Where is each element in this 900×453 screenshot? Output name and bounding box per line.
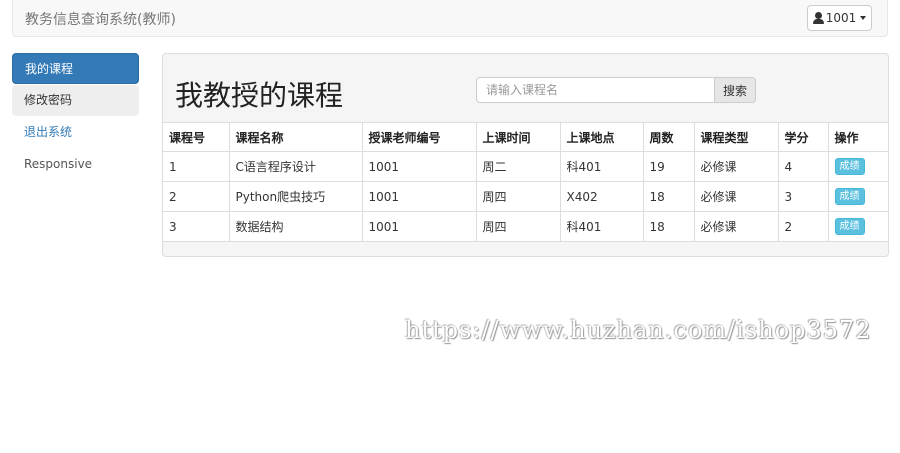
- cell-credit: 4: [777, 151, 829, 182]
- grade-button[interactable]: 成绩: [834, 218, 865, 235]
- courses-table: 课程号 课程名称 授课老师编号 上课时间 上课地点 周数 课程类型 学分 操作 …: [163, 122, 888, 242]
- cell-weeks: 18: [642, 211, 695, 242]
- grade-button[interactable]: 成绩: [834, 188, 865, 205]
- grade-button[interactable]: 成绩: [834, 158, 865, 175]
- sidebar-item-change-password[interactable]: 修改密码: [12, 85, 139, 116]
- cell-credit: 3: [777, 181, 829, 212]
- user-menu-button[interactable]: 1001: [807, 5, 872, 31]
- courses-panel: 我教授的课程 搜索 课程号 课程名称 授课老师编号 上课时间 上课地点 周数 课…: [162, 53, 889, 257]
- cell-weeks: 19: [642, 151, 695, 182]
- user-label: 1001: [825, 11, 857, 25]
- cell-place: 科401: [559, 211, 644, 242]
- cell-place: X402: [559, 181, 644, 212]
- top-navbar: 教务信息查询系统(教师) 1001: [12, 0, 888, 37]
- watermark-text: https://www.huzhan.com/ishop3572: [405, 316, 872, 344]
- cell-time: 周二: [475, 151, 561, 182]
- col-header-name: 课程名称: [228, 122, 363, 152]
- user-icon: [812, 12, 824, 24]
- cell-id: 1: [163, 151, 230, 182]
- col-header-type: 课程类型: [693, 122, 779, 152]
- cell-time: 周四: [475, 211, 561, 242]
- cell-teacher: 1001: [361, 181, 477, 212]
- cell-teacher: 1001: [361, 211, 477, 242]
- cell-name: 数据结构: [228, 211, 363, 242]
- cell-name: Python爬虫技巧: [228, 181, 363, 212]
- sidebar-item-logout[interactable]: 退出系统: [12, 117, 139, 148]
- col-header-teacher: 授课老师编号: [361, 122, 477, 152]
- cell-action: 成绩: [827, 181, 888, 212]
- app-brand[interactable]: 教务信息查询系统(教师): [25, 9, 176, 29]
- sidebar: 我的课程 修改密码 退出系统 Responsive: [12, 53, 139, 181]
- table-row: 2 Python爬虫技巧 1001 周四 X402 18 必修课 3 成绩: [163, 181, 888, 212]
- col-header-time: 上课时间: [475, 122, 561, 152]
- col-header-weeks: 周数: [642, 122, 695, 152]
- cell-type: 必修课: [693, 181, 779, 212]
- search-button[interactable]: 搜索: [714, 77, 756, 103]
- cell-id: 3: [163, 211, 230, 242]
- cell-type: 必修课: [693, 151, 779, 182]
- sidebar-item-my-courses[interactable]: 我的课程: [12, 53, 139, 84]
- table-header-row: 课程号 课程名称 授课老师编号 上课时间 上课地点 周数 课程类型 学分 操作: [163, 122, 888, 152]
- table-row: 3 数据结构 1001 周四 科401 18 必修课 2 成绩: [163, 211, 888, 242]
- table-row: 1 C语言程序设计 1001 周二 科401 19 必修课 4 成绩: [163, 151, 888, 182]
- cell-teacher: 1001: [361, 151, 477, 182]
- cell-action: 成绩: [827, 151, 888, 182]
- col-header-id: 课程号: [163, 122, 230, 152]
- col-header-action: 操作: [827, 122, 888, 152]
- col-header-place: 上课地点: [559, 122, 644, 152]
- sidebar-item-responsive[interactable]: Responsive: [12, 149, 139, 180]
- cell-type: 必修课: [693, 211, 779, 242]
- course-search-input[interactable]: [476, 77, 715, 103]
- cell-name: C语言程序设计: [228, 151, 363, 182]
- caret-down-icon: [860, 16, 867, 20]
- cell-weeks: 18: [642, 181, 695, 212]
- cell-action: 成绩: [827, 211, 888, 242]
- page-title: 我教授的课程: [175, 79, 344, 112]
- cell-id: 2: [163, 181, 230, 212]
- cell-credit: 2: [777, 211, 829, 242]
- cell-place: 科401: [559, 151, 644, 182]
- col-header-credit: 学分: [777, 122, 829, 152]
- cell-time: 周四: [475, 181, 561, 212]
